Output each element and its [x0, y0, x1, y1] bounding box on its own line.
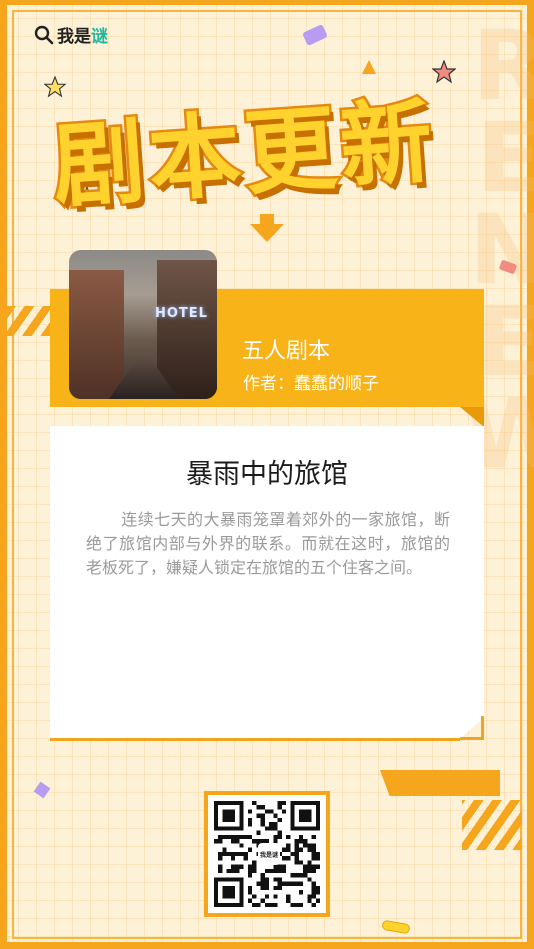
logo-text: 我是谜: [57, 27, 108, 47]
card-corner: [460, 716, 484, 740]
brand-logo: 我是谜: [34, 22, 108, 47]
hotel-sign: HOTEL: [155, 306, 208, 321]
confetti-ribbon-icon: [381, 919, 411, 935]
qr-code[interactable]: 我是谜: [204, 791, 330, 917]
story-title: 暴雨中的旅馆: [186, 459, 348, 490]
qr-center-logo: 我是谜: [258, 843, 280, 865]
script-author: 作者：蠢蠢的顺子: [243, 374, 379, 394]
decorative-stripes: [0, 306, 50, 336]
confetti-ribbon-icon: [33, 781, 51, 799]
cover-photo: HOTEL: [69, 250, 217, 399]
page-title: 剧本更新: [47, 85, 443, 224]
search-icon: [34, 25, 54, 44]
card-underline: [50, 738, 460, 741]
decorative-stripes: [462, 800, 522, 850]
story-description: 连续七天的大暴雨笼罩着郊外的一家旅馆，断绝了旅馆内部与外界的联系。而就在这时，旅…: [86, 510, 450, 577]
title-block: 剧本更新: [47, 70, 488, 224]
script-category: 五人剧本: [242, 339, 331, 364]
confetti-ribbon-icon: [302, 24, 328, 46]
decorative-band: [380, 770, 500, 796]
arrow-down-icon: [250, 214, 284, 242]
